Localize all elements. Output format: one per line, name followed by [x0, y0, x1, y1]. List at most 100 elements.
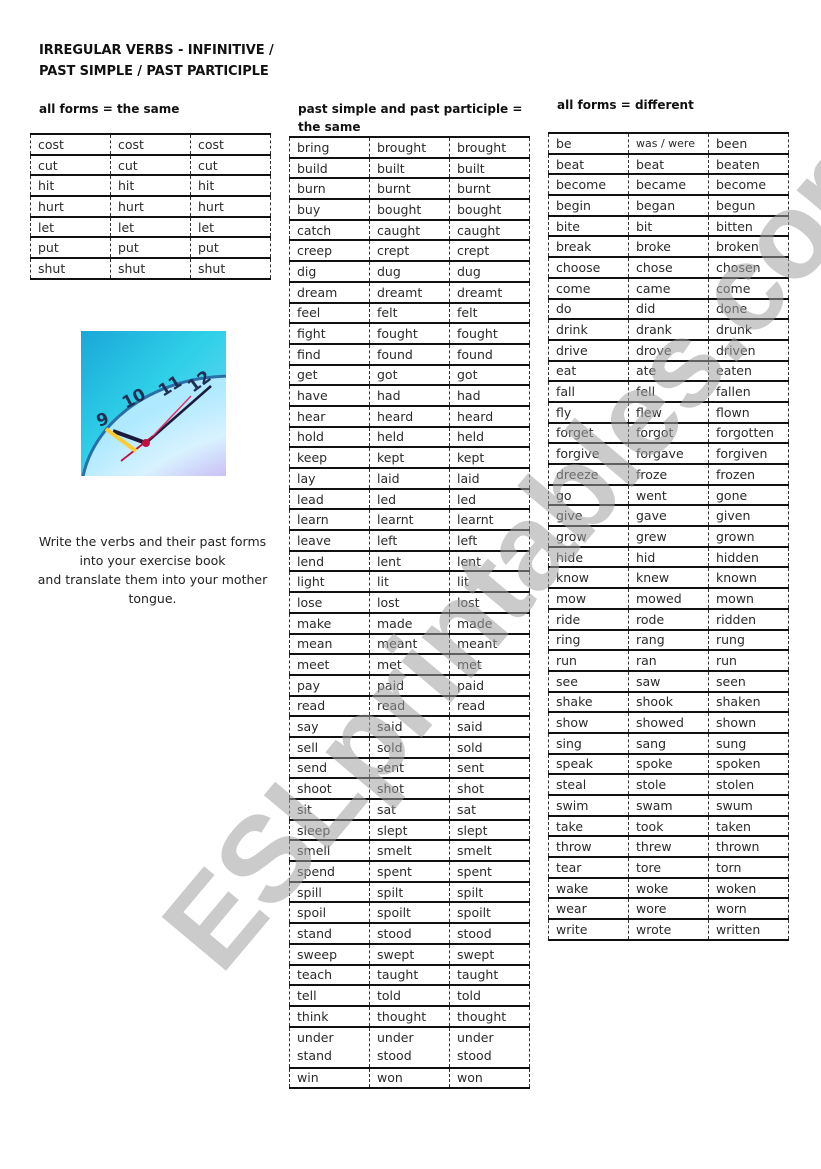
verb-infinitive: make	[289, 611, 370, 635]
verb-past-simple: caught	[369, 218, 450, 242]
verb-past-simple: got	[369, 363, 450, 387]
verb-row: sell sold sold	[289, 735, 530, 759]
verb-past-simple: flew	[628, 400, 709, 424]
verb-past-simple: read	[369, 694, 450, 718]
verb-past-simple: fell	[628, 380, 709, 403]
verb-infinitive: teach	[289, 963, 370, 987]
verb-row: spend spent spent	[289, 860, 530, 883]
verb-past-simple: taught	[369, 963, 450, 987]
verb-past-simple: gave	[628, 504, 709, 528]
verb-row: wear wore worn	[548, 897, 789, 921]
verb-row: sleep slept slept	[289, 818, 530, 842]
verb-past-participle: hidden	[708, 545, 789, 569]
verb-past-simple: under stood	[369, 1025, 450, 1069]
verb-row: have had had	[289, 384, 530, 407]
verb-row: think thought thought	[289, 1004, 530, 1028]
verb-row: build built built	[289, 156, 530, 180]
verb-infinitive: begin	[548, 194, 629, 217]
verb-infinitive: leave	[289, 529, 370, 552]
verb-past-participle: lit	[449, 570, 530, 594]
verb-past-participle: paid	[449, 673, 530, 697]
verb-infinitive: know	[548, 566, 629, 590]
verb-past-simple: mowed	[628, 587, 709, 610]
verb-row: choose chose chosen	[548, 256, 789, 279]
verb-infinitive: grow	[548, 525, 629, 548]
verb-row: leave left left	[289, 529, 530, 552]
verb-past-participle: laid	[449, 467, 530, 490]
verb-past-participle: shown	[708, 711, 789, 734]
verb-infinitive: feel	[289, 301, 370, 325]
verb-infinitive: hear	[289, 404, 370, 428]
verb-past-simple: led	[369, 487, 450, 511]
verb-past-simple: smelt	[369, 839, 450, 863]
verb-infinitive: pay	[289, 673, 370, 697]
verb-past-simple: swam	[628, 794, 709, 817]
verb-past-simple: won	[369, 1066, 450, 1090]
verb-infinitive: smell	[289, 839, 370, 863]
heading-all-same: all forms = the same	[39, 102, 180, 116]
verb-past-simple: began	[628, 194, 709, 217]
verb-row: spoil spoilt spoilt	[289, 901, 530, 925]
verb-past-simple: sent	[369, 756, 450, 780]
heading-all-different: all forms = different	[557, 98, 694, 112]
verb-past-simple: shot	[369, 777, 450, 800]
verb-infinitive: fly	[548, 400, 629, 424]
verb-past-participle: sold	[449, 735, 530, 759]
verb-row: spill spilt spilt	[289, 880, 530, 904]
verb-past-simple: went	[628, 483, 709, 507]
verb-row: do did done	[548, 297, 789, 321]
verb-row: hurt hurt hurt	[30, 195, 271, 218]
verb-row: say said said	[289, 715, 530, 738]
verb-past-simple: spent	[369, 860, 450, 883]
verb-infinitive: give	[548, 504, 629, 528]
verb-row: lay laid laid	[289, 467, 530, 490]
verb-row: know knew known	[548, 566, 789, 590]
verb-past-simple: drank	[628, 318, 709, 341]
verb-past-simple: heard	[369, 404, 450, 428]
instructions-line-3: and translate them into your mother	[37, 572, 268, 587]
verb-past-participle: sat	[449, 798, 530, 821]
verb-infinitive: spend	[289, 860, 370, 883]
verb-row: sing sang sung	[548, 731, 789, 755]
verb-row: send sent sent	[289, 756, 530, 780]
verb-past-simple: froze	[628, 463, 709, 486]
verb-row: speak spoke spoken	[548, 752, 789, 776]
verb-past-participle: won	[449, 1066, 530, 1090]
verb-infinitive: mean	[289, 632, 370, 656]
verb-past-simple: drove	[628, 338, 709, 362]
verb-past-participle: held	[449, 425, 530, 449]
verb-past-participle: fought	[449, 322, 530, 345]
verb-infinitive: tear	[548, 856, 629, 879]
verb-infinitive: speak	[548, 752, 629, 776]
verb-row: dreeze froze frozen	[548, 463, 789, 486]
verb-row: ring rang rung	[548, 628, 789, 652]
title-line-2: PAST SIMPLE / PAST PARTICIPLE	[39, 64, 269, 79]
verb-past-simple: found	[369, 342, 450, 366]
verb-past-participle: meant	[449, 632, 530, 656]
verb-past-participle: seen	[708, 669, 789, 693]
verb-past-participle: woken	[708, 876, 789, 900]
verb-past-participle: got	[449, 363, 530, 387]
verb-past-simple: saw	[628, 669, 709, 693]
verb-row: find found found	[289, 342, 530, 366]
verb-row: put put put	[30, 236, 271, 260]
verb-row: take took taken	[548, 814, 789, 838]
verb-past-simple: spoilt	[369, 901, 450, 925]
verb-past-participle: slept	[449, 818, 530, 842]
verb-past-simple: lent	[369, 549, 450, 573]
verb-row: ride rode ridden	[548, 607, 789, 631]
verb-past-participle: spilt	[449, 880, 530, 904]
instructions-text: Write the verbs and their past forms int…	[30, 532, 275, 608]
verb-row: steal stole stolen	[548, 773, 789, 796]
verb-past-participle: dug	[449, 260, 530, 283]
verb-past-participle: smelt	[449, 839, 530, 863]
verb-past-simple: felt	[369, 301, 450, 325]
verb-infinitive: sleep	[289, 818, 370, 842]
verb-past-simple: wrote	[628, 918, 709, 941]
verb-infinitive: find	[289, 342, 370, 366]
verb-row: become became become	[548, 173, 789, 197]
verb-row: meet met met	[289, 653, 530, 676]
verb-past-participle: sent	[449, 756, 530, 780]
verb-infinitive: build	[289, 156, 370, 180]
verb-past-participle: sung	[708, 731, 789, 755]
